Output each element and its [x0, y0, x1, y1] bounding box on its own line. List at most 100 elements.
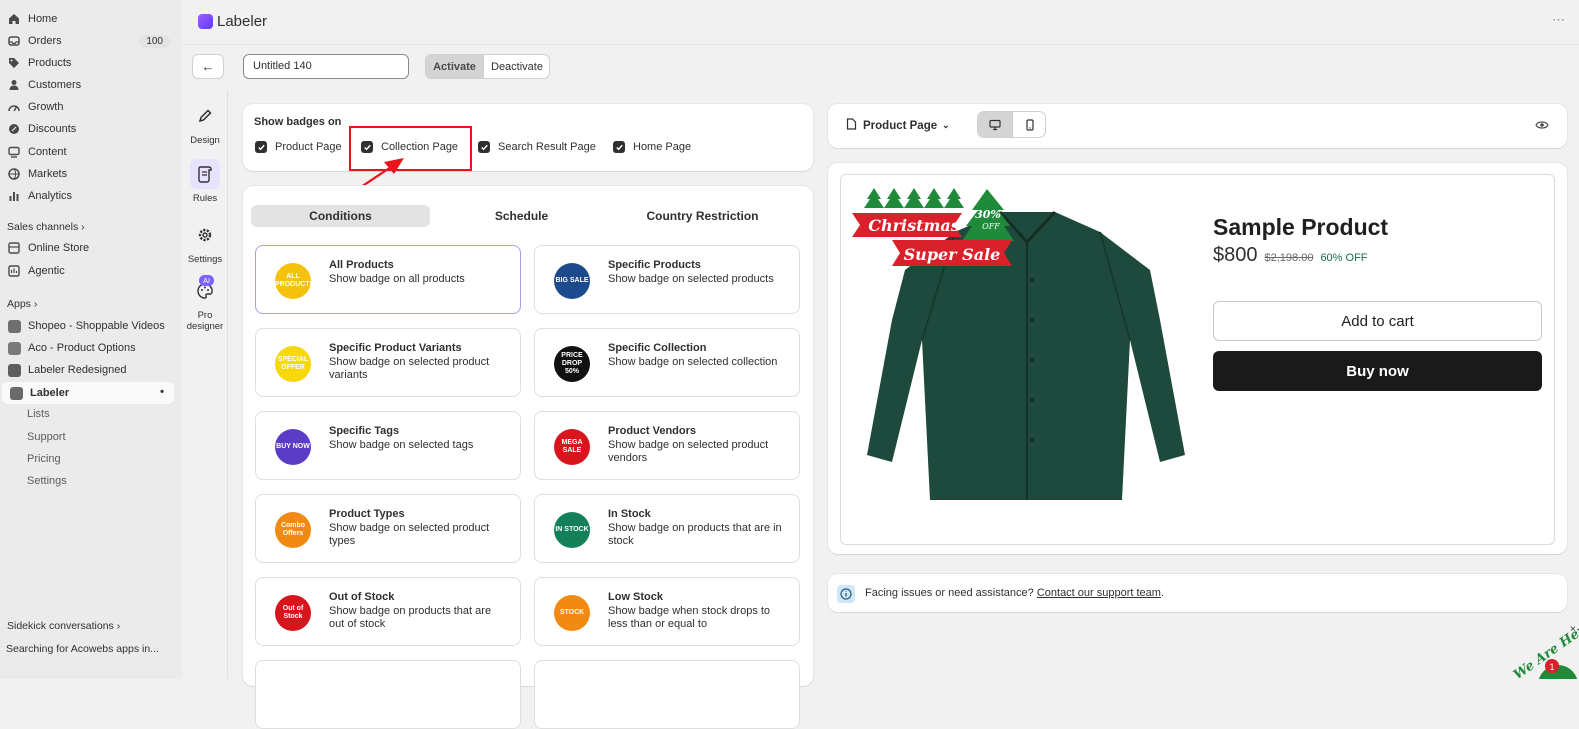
nav-label: Orders [28, 35, 62, 47]
close-icon[interactable]: × [1570, 624, 1576, 635]
badge-line1: Christmas [868, 216, 960, 235]
tag-icon [7, 56, 21, 70]
nav-sub-pricing[interactable]: Pricing [27, 453, 61, 465]
nav-app-aco[interactable]: Aco - Product Options [0, 337, 182, 359]
orders-icon [7, 34, 21, 48]
deactivate-button[interactable]: Deactivate [483, 55, 549, 78]
chevron-right-icon: › [81, 221, 85, 233]
nav-sub-support[interactable]: Support [27, 431, 66, 443]
condition-card[interactable]: Combo Offers Product Types Show badge on s… [255, 494, 521, 563]
nav-app-labeler-redesigned[interactable]: Labeler Redesigned [0, 359, 182, 381]
more-options-icon[interactable]: ⋯ [1552, 12, 1565, 28]
nav-markets[interactable]: Markets [0, 163, 182, 185]
condition-title: Specific Products [608, 259, 701, 271]
content-icon [7, 145, 21, 159]
checkbox-product-page[interactable]: Product Page [255, 141, 342, 153]
condition-card[interactable]: PRICE DROP 50% Specific Collection Show ba… [534, 328, 800, 397]
badge-thumbnail-icon: Combo Offers [273, 510, 313, 550]
sidekick-conversation-item[interactable]: Searching for Acowebs apps in... [6, 643, 159, 655]
activation-toggle-group: Activate Deactivate [425, 54, 550, 79]
condition-card[interactable]: STOCK Low Stock Show badge when stock drop… [534, 577, 800, 646]
nav-customers[interactable]: Customers [0, 74, 182, 96]
rail-settings[interactable]: Settings [182, 220, 228, 265]
nav-app-shopeo[interactable]: Shopeo - Shoppable Videos [0, 315, 182, 337]
condition-card[interactable]: Out of Stock Out of Stock Show badge on pr… [255, 577, 521, 646]
rail-label: Settings [187, 254, 223, 265]
desktop-icon[interactable] [978, 112, 1012, 137]
eye-icon[interactable] [1535, 119, 1549, 134]
badge-thumbnail-icon: BIG SALE [552, 261, 592, 301]
rail-pro-designer[interactable]: AI Pro designer [182, 275, 228, 332]
info-icon [837, 585, 855, 603]
badge-off: OFF [982, 222, 1000, 231]
app-icon [7, 319, 21, 333]
mobile-icon[interactable] [1012, 112, 1045, 137]
nav-sub-lists[interactable]: Lists [27, 408, 50, 420]
ai-badge: AI [199, 275, 215, 286]
condition-card[interactable]: SPECIAL OFFER Specific Product Variants Sh… [255, 328, 521, 397]
rail-label: Pro designer [186, 310, 224, 332]
activate-button[interactable]: Activate [426, 55, 483, 78]
chevron-right-icon: › [116, 620, 121, 632]
condition-description: Show badge on selected tags [329, 439, 474, 451]
tab-conditions[interactable]: Conditions [251, 205, 430, 227]
back-button[interactable]: ← [192, 54, 224, 79]
badge-thumbnail-icon: MEGA SALE [552, 427, 592, 467]
nav-label: Analytics [28, 190, 73, 202]
label-name-input[interactable]: Untitled 140 [243, 54, 409, 79]
buy-now-button[interactable]: Buy now [1213, 351, 1542, 391]
nav-agentic[interactable]: Agentic [0, 260, 182, 282]
nav-sub-settings[interactable]: Settings [27, 475, 67, 487]
condition-description: Show badge on all products [329, 273, 465, 285]
nav-content[interactable]: Content [0, 141, 182, 163]
nav-discounts[interactable]: Discounts [0, 118, 182, 140]
nav-home[interactable]: Home [0, 8, 182, 30]
app-title: Labeler [217, 13, 268, 30]
badge-thumbnail-text: Out of Stock [282, 605, 304, 620]
checkbox-home-page[interactable]: Home Page [613, 141, 691, 153]
support-link[interactable]: Contact our support team [1037, 587, 1161, 599]
checkbox-label: Search Result Page [498, 141, 596, 153]
badge-thumbnail-text: IN STOCK [555, 526, 589, 533]
apps-heading[interactable]: Apps › [7, 298, 37, 310]
tab-country-restriction[interactable]: Country Restriction [613, 205, 792, 227]
nav-analytics[interactable]: Analytics [0, 185, 182, 207]
rail-label: Rules [192, 193, 218, 204]
nav-label: Agentic [28, 265, 65, 277]
badge-thumbnail-icon: BUY NOW [273, 427, 313, 467]
sidekick-heading[interactable]: Sidekick conversations › [7, 620, 120, 632]
nav-online-store[interactable]: Online Store [0, 237, 182, 259]
show-badges-card: Show badges on Product Page Collection P… [243, 104, 813, 171]
checkbox-checked-icon [613, 141, 625, 153]
page-type-select[interactable]: Product Page ⌄ [846, 118, 950, 133]
nav-app-labeler[interactable]: Labeler • [2, 382, 174, 404]
condition-card-partial[interactable] [255, 660, 521, 729]
tab-schedule[interactable]: Schedule [432, 205, 611, 227]
add-to-cart-button[interactable]: Add to cart [1213, 301, 1542, 341]
badge-thumbnail-icon: STOCK [552, 593, 592, 633]
badge-thumbnail-icon: PRICE DROP 50% [552, 344, 592, 384]
sales-channels-heading[interactable]: Sales channels › [7, 221, 85, 233]
condition-title: Low Stock [608, 591, 664, 603]
nav-label: Customers [28, 79, 82, 91]
nav-products[interactable]: Products [0, 52, 182, 74]
checkbox-label: Home Page [633, 141, 692, 153]
condition-card[interactable]: BUY NOW Specific Tags Show badge on select… [255, 411, 521, 480]
condition-card-partial[interactable] [534, 660, 800, 729]
rail-design[interactable]: Design [182, 101, 228, 146]
preview-toolbar: Product Page ⌄ [828, 104, 1567, 148]
chevron-down-icon: ⌄ [942, 120, 950, 130]
rail-rules[interactable]: Rules [182, 159, 228, 204]
condition-card[interactable]: BIG SALE Specific Products Show badge on s… [534, 245, 800, 314]
condition-card[interactable]: IN STOCK In Stock Show badge on products t… [534, 494, 800, 563]
price-row: $800 $2,198.00 60% OFF [1213, 244, 1368, 267]
nav-orders[interactable]: Orders 100 [0, 30, 182, 52]
condition-card[interactable]: MEGA SALE Product Vendors Show badge on se… [534, 411, 800, 480]
chat-widget[interactable]: We Are Here 1 × [1488, 620, 1579, 679]
badge-thumbnail-icon: SPECIAL OFFER [273, 344, 313, 384]
condition-card[interactable]: ALL PRODUCTS All Products Show badge on al… [255, 245, 521, 314]
nav-growth[interactable]: Growth [0, 96, 182, 118]
condition-description: Show badge on selected product types [329, 522, 490, 547]
condition-title: Specific Tags [329, 425, 400, 437]
checkbox-search-result-page[interactable]: Search Result Page [478, 141, 596, 153]
